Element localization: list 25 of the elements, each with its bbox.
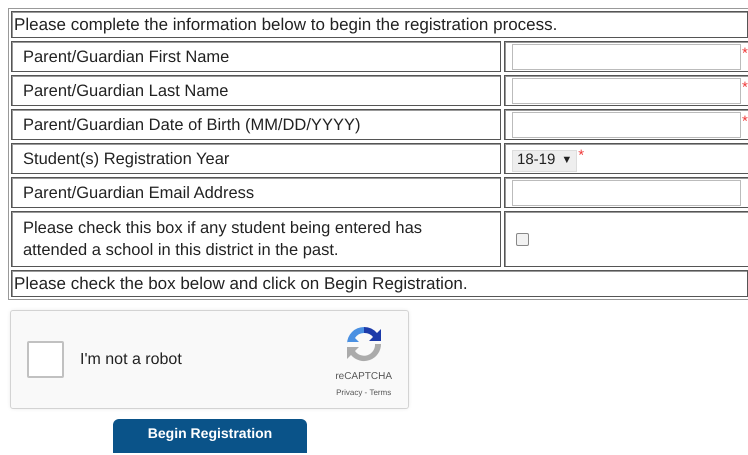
required-mark: *: [742, 112, 748, 132]
recaptcha-brand: reCAPTCHA: [335, 370, 392, 384]
field-label: Please check this box if any student being entered has attended a school in this district in the past.: [11, 211, 501, 267]
captcha-checkbox[interactable]: [27, 341, 64, 378]
field-label: Parent/Guardian Last Name: [11, 75, 501, 106]
field-label: Parent/Guardian Email Address: [11, 177, 501, 208]
begin-registration-button[interactable]: Begin Registration: [113, 419, 307, 453]
field-label: Student(s) Registration Year: [11, 143, 501, 174]
required-mark: *: [578, 146, 584, 166]
checkbox[interactable]: [516, 232, 529, 246]
required-mark: *: [742, 44, 748, 64]
input-field[interactable]: [512, 44, 741, 70]
intro-text: Please complete the information below to begin the registration process.: [11, 11, 748, 38]
input-field[interactable]: [512, 180, 741, 206]
field-label: Parent/Guardian Date of Birth (MM/DD/YYYY): [11, 109, 501, 140]
field-label: Parent/Guardian First Name: [11, 41, 501, 72]
required-mark: *: [742, 78, 748, 98]
link-separator: -: [364, 386, 368, 398]
instruction-text: Please check the box below and click on Begin Registration.: [11, 270, 748, 297]
year-select[interactable]: 18-19 ▼: [512, 150, 578, 172]
input-field[interactable]: [512, 78, 741, 104]
terms-link[interactable]: Terms: [369, 386, 392, 398]
privacy-link[interactable]: Privacy: [336, 386, 362, 398]
captcha-label: I'm not a robot: [80, 350, 183, 370]
input-field[interactable]: [512, 112, 741, 138]
